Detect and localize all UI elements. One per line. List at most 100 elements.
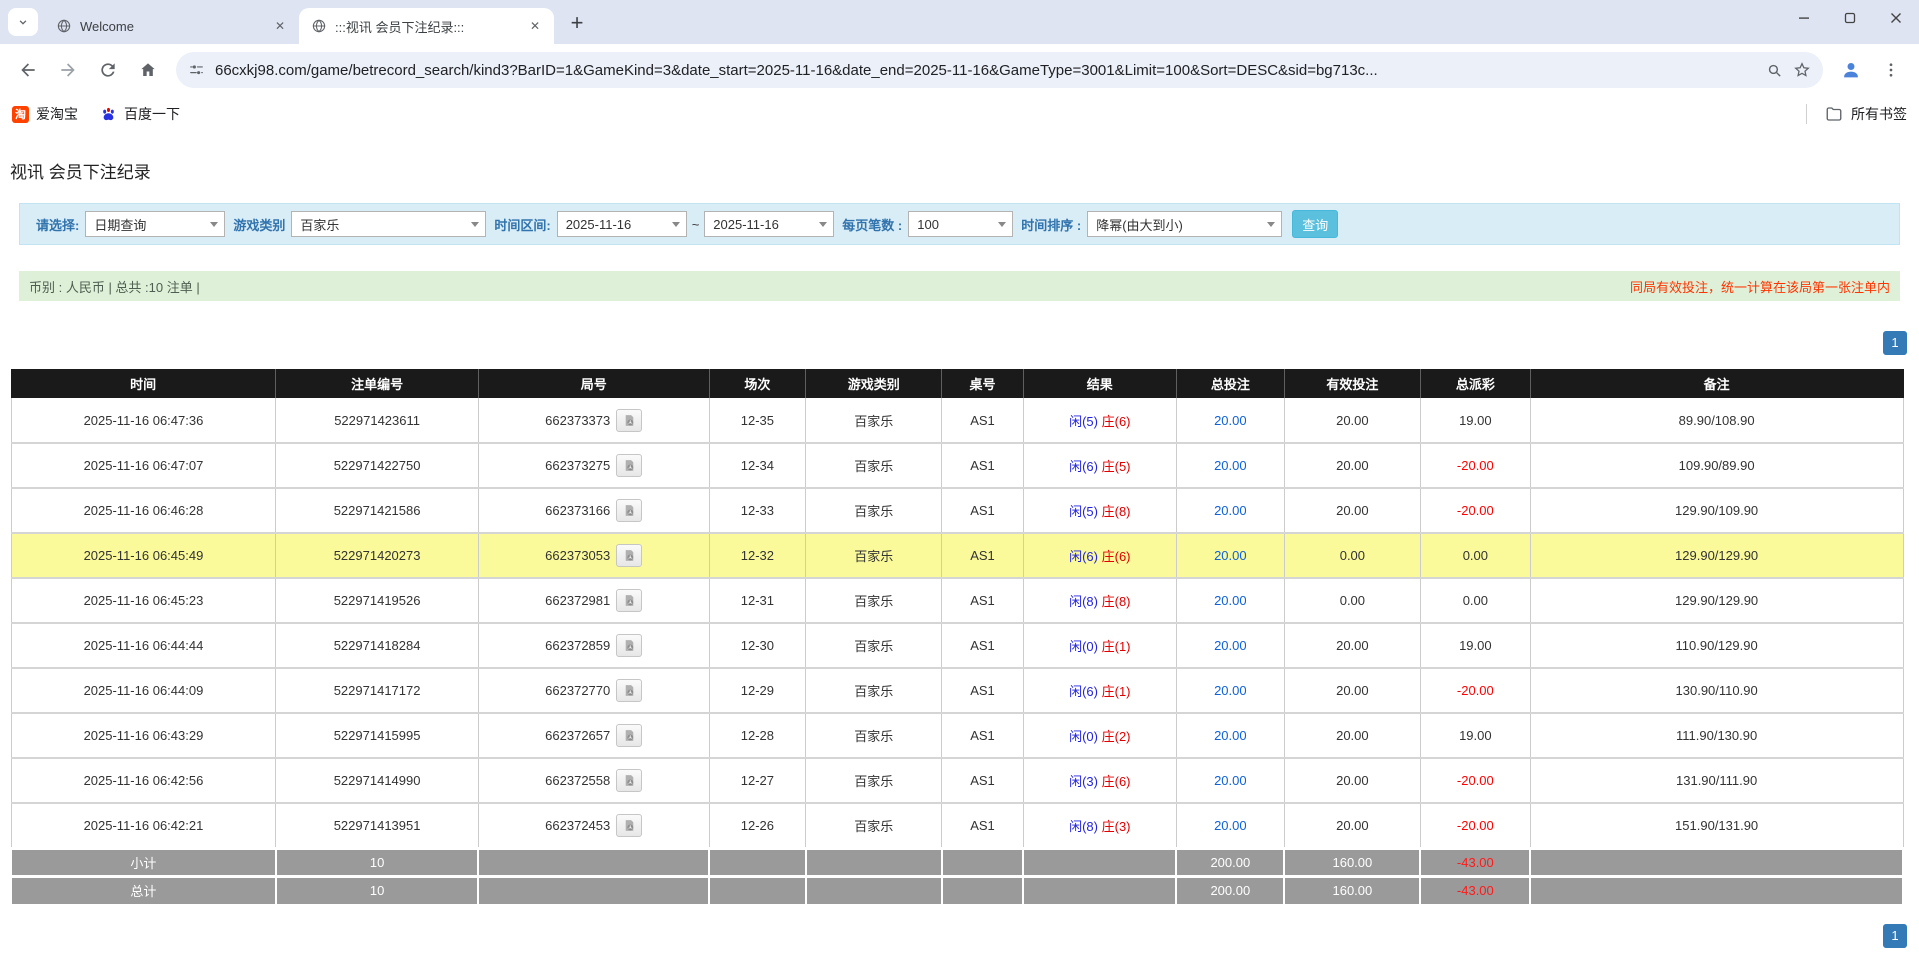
cell-result: 闲(6) 庄(5)	[1023, 443, 1176, 488]
video-replay-button[interactable]	[616, 499, 642, 522]
bet-amount-link[interactable]: 20.00	[1214, 413, 1247, 428]
reload-button[interactable]	[90, 52, 126, 88]
film-icon	[623, 549, 636, 562]
minimize-button[interactable]	[1781, 0, 1827, 36]
cell-bet-id: 522971419526	[276, 578, 478, 623]
cell-round: 662372859	[478, 623, 709, 668]
cell-time: 2025-11-16 06:45:23	[11, 578, 276, 623]
bet-amount-link[interactable]: 20.00	[1214, 728, 1247, 743]
round-number: 662373373	[545, 413, 610, 428]
table-row: 2025-11-16 06:44:44 522971418284 6623728…	[11, 623, 1903, 668]
result-banker: 庄(1)	[1102, 684, 1131, 699]
cell-round: 662372453	[478, 803, 709, 848]
cell-result: 闲(0) 庄(1)	[1023, 623, 1176, 668]
tab-betrecord[interactable]: :::视讯 会员下注纪录::: ✕	[299, 8, 554, 44]
maximize-button[interactable]	[1827, 0, 1873, 36]
result-banker: 庄(2)	[1102, 729, 1131, 744]
select-date-start[interactable]: 2025-11-16	[557, 211, 687, 237]
bet-amount-link[interactable]: 20.00	[1214, 773, 1247, 788]
cell-round: 662372981	[478, 578, 709, 623]
video-replay-button[interactable]	[616, 724, 642, 747]
film-icon	[623, 819, 636, 832]
video-replay-button[interactable]	[616, 589, 642, 612]
cell-valid-bet: 20.00	[1284, 443, 1420, 488]
home-icon	[138, 60, 158, 80]
cell-note: 110.90/129.90	[1530, 623, 1903, 668]
site-info-icon[interactable]	[188, 62, 205, 79]
search-button[interactable]: 查询	[1292, 210, 1338, 238]
select-sort[interactable]: 降幂(由大到小)	[1087, 211, 1282, 237]
select-per-page[interactable]: 100	[908, 211, 1013, 237]
globe-icon	[311, 18, 327, 34]
bet-amount-link[interactable]: 20.00	[1214, 503, 1247, 518]
film-icon	[623, 639, 636, 652]
cell-total-bet: 20.00	[1176, 623, 1284, 668]
bookmark-star-icon[interactable]	[1793, 61, 1811, 79]
total-valid-bet: 160.00	[1284, 876, 1420, 904]
cell-table: AS1	[942, 578, 1023, 623]
forward-button[interactable]	[50, 52, 86, 88]
all-bookmarks[interactable]: 所有书签	[1806, 104, 1907, 124]
select-game-type[interactable]: 百家乐	[291, 211, 486, 237]
plus-icon: +	[571, 10, 584, 36]
cell-valid-bet: 0.00	[1284, 533, 1420, 578]
film-icon	[623, 774, 636, 787]
zoom-icon[interactable]	[1766, 62, 1783, 79]
cell-round: 662373275	[478, 443, 709, 488]
cell-valid-bet: 20.00	[1284, 803, 1420, 848]
url-bar[interactable]: 66cxkj98.com/game/betrecord_search/kind3…	[176, 52, 1823, 88]
page-button[interactable]: 1	[1883, 924, 1907, 948]
cell-note: 109.90/89.90	[1530, 443, 1903, 488]
cell-total-bet: 20.00	[1176, 803, 1284, 848]
result-banker: 庄(8)	[1102, 504, 1131, 519]
close-window-button[interactable]	[1873, 0, 1919, 36]
cell-table: AS1	[942, 623, 1023, 668]
cell-note: 129.90/129.90	[1530, 578, 1903, 623]
page-button[interactable]: 1	[1883, 331, 1907, 355]
bookmark-item-aitaobao[interactable]: 淘 爱淘宝	[12, 104, 78, 124]
select-date-end[interactable]: 2025-11-16	[704, 211, 834, 237]
video-replay-button[interactable]	[616, 454, 642, 477]
select-value: 百家乐	[300, 215, 339, 234]
url-text[interactable]: 66cxkj98.com/game/betrecord_search/kind3…	[215, 62, 1756, 79]
profile-button[interactable]	[1833, 52, 1869, 88]
video-replay-button[interactable]	[616, 409, 642, 432]
tab-welcome[interactable]: Welcome ✕	[44, 8, 299, 44]
bookmark-item-baidu[interactable]: 百度一下	[100, 104, 180, 124]
video-replay-button[interactable]	[616, 769, 642, 792]
tab-strip: Welcome ✕ :::视讯 会员下注纪录::: ✕ +	[0, 0, 1919, 44]
cell-game: 百家乐	[806, 533, 942, 578]
bet-amount-link[interactable]: 20.00	[1214, 458, 1247, 473]
video-replay-button[interactable]	[616, 814, 642, 837]
home-button[interactable]	[130, 52, 166, 88]
bet-amount-link[interactable]: 20.00	[1214, 548, 1247, 563]
cell-result: 闲(5) 庄(8)	[1023, 488, 1176, 533]
select-value: 降幂(由大到小)	[1096, 215, 1183, 234]
bet-amount-link[interactable]: 20.00	[1214, 593, 1247, 608]
new-tab-button[interactable]: +	[562, 8, 592, 38]
bet-amount-link[interactable]: 20.00	[1214, 638, 1247, 653]
all-bookmarks-label: 所有书签	[1851, 104, 1907, 124]
menu-button[interactable]	[1873, 52, 1909, 88]
tab-close-button[interactable]: ✕	[526, 17, 544, 35]
video-replay-button[interactable]	[616, 634, 642, 657]
result-banker: 庄(6)	[1102, 774, 1131, 789]
cell-table: AS1	[942, 758, 1023, 803]
cell-session: 12-30	[709, 623, 805, 668]
round-number: 662372657	[545, 728, 610, 743]
cell-valid-bet: 0.00	[1284, 578, 1420, 623]
total-count: 10	[276, 876, 478, 904]
cell-result: 闲(5) 庄(6)	[1023, 398, 1176, 443]
tab-search-button[interactable]	[8, 8, 38, 36]
tab-close-button[interactable]: ✕	[271, 17, 289, 35]
pagination-bottom: 1	[0, 924, 1907, 948]
video-replay-button[interactable]	[616, 679, 642, 702]
back-button[interactable]	[10, 52, 46, 88]
bet-amount-link[interactable]: 20.00	[1214, 818, 1247, 833]
video-replay-button[interactable]	[616, 544, 642, 567]
cell-time: 2025-11-16 06:43:29	[11, 713, 276, 758]
bet-amount-link[interactable]: 20.00	[1214, 683, 1247, 698]
select-query-type[interactable]: 日期查询	[85, 211, 225, 237]
result-player: 闲(3)	[1069, 774, 1098, 789]
cell-payout: -20.00	[1420, 488, 1530, 533]
